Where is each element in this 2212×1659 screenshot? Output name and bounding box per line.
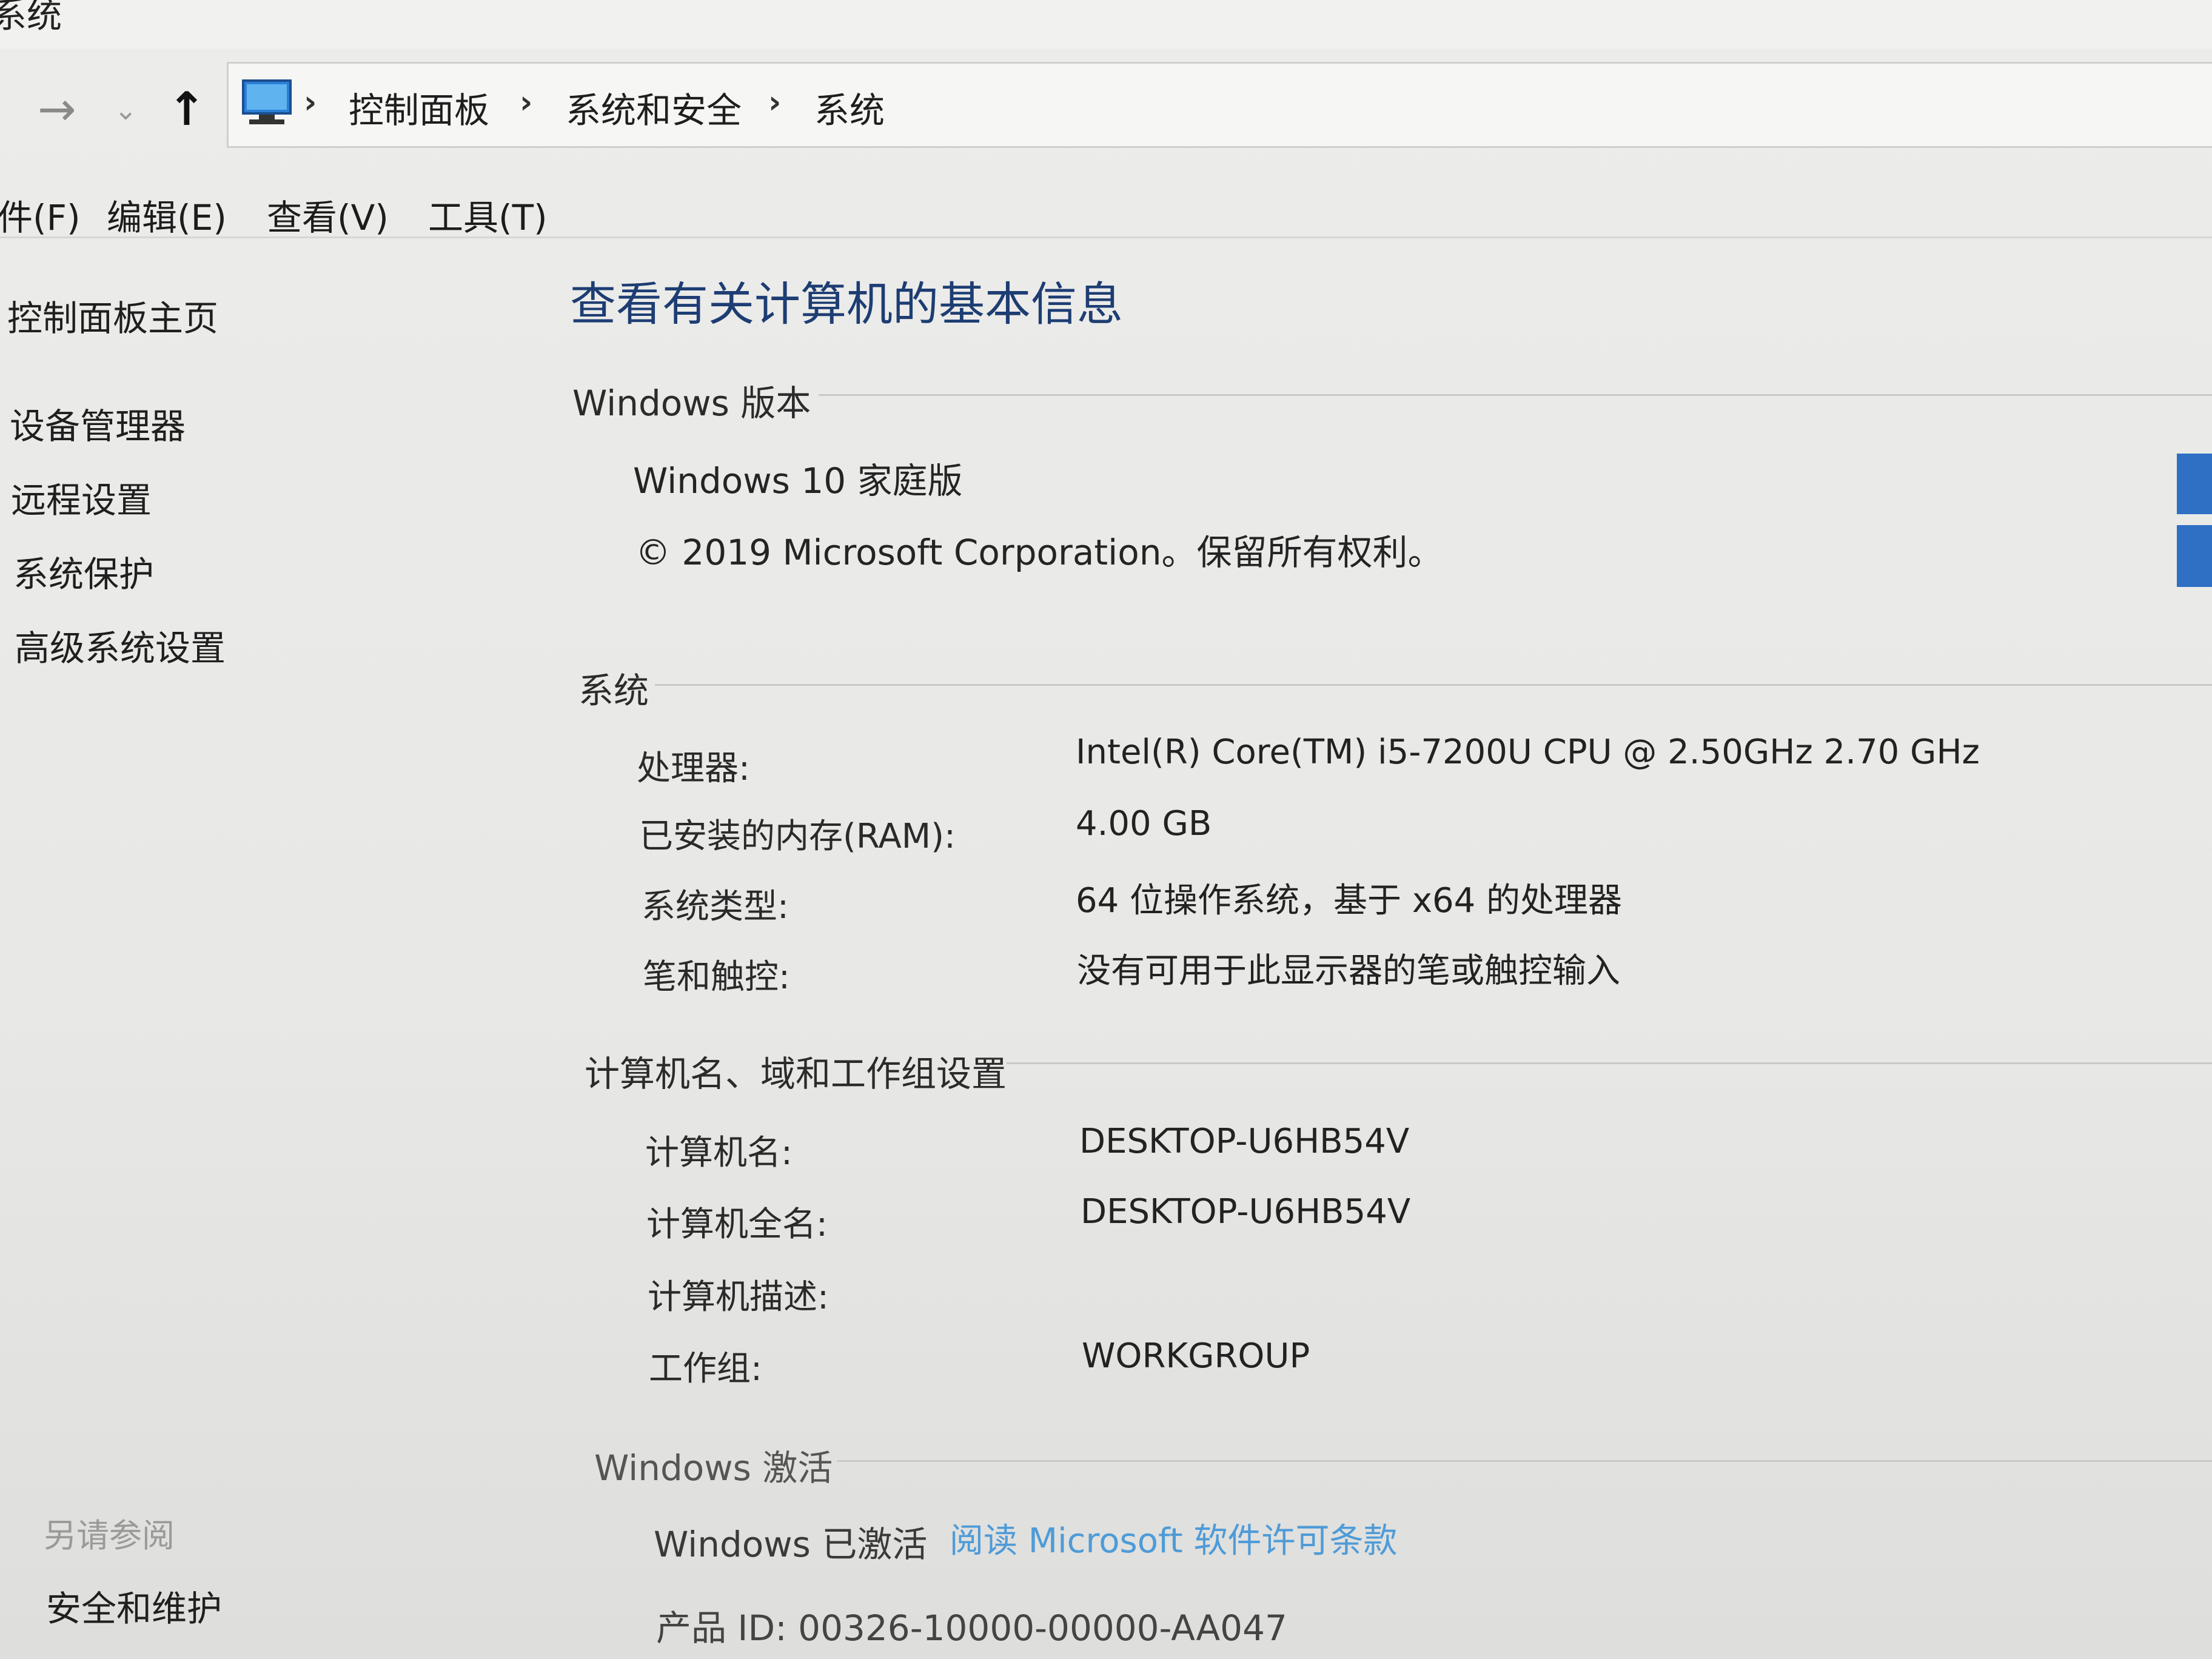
computer-description-label: 计算机描述: [648, 1278, 829, 1317]
processor-value: Intel(R) Core(TM) i5-7200U CPU @ 2.50GHz… [1076, 732, 1980, 772]
system-window: 系统 → ⌄ ↑ › 控制面板 › 系统和安全 › 系统 件(F) 编辑(E) … [0, 0, 2212, 1659]
breadcrumb-separator: › [304, 84, 317, 121]
see-also-title: 另请参阅 [44, 1517, 175, 1555]
address-row: → ⌄ ↑ › 控制面板 › 系统和安全 › 系统 [0, 49, 2212, 158]
computer-name-value: DESKTOP-U6HB54V [1079, 1122, 1410, 1161]
breadcrumb-separator: › [520, 84, 533, 121]
forward-arrow-icon[interactable]: → [38, 86, 76, 132]
license-terms-link[interactable]: 阅读 Microsoft 软件许可条款 [950, 1513, 1397, 1563]
sidebar-item-system-protection[interactable]: 系统保护 [13, 546, 154, 597]
section-divider [655, 684, 2212, 686]
windows-edition-value: Windows 10 家庭版 [633, 460, 963, 501]
activation-section-title: Windows 激活 [594, 1447, 833, 1489]
workgroup-value: WORKGROUP [1082, 1336, 1310, 1376]
address-bar[interactable]: › 控制面板 › 系统和安全 › 系统 [227, 62, 2212, 148]
menu-edit[interactable]: 编辑(E) [107, 189, 227, 240]
breadcrumb-separator: › [768, 84, 782, 121]
menu-tools[interactable]: 工具(T) [428, 189, 548, 240]
system-type-label: 系统类型: [642, 887, 789, 927]
sidebar-item-advanced-settings[interactable]: 高级系统设置 [15, 620, 226, 671]
menu-view[interactable]: 查看(V) [267, 189, 389, 240]
activation-status: Windows 已激活 [654, 1524, 928, 1565]
sidebar-control-panel-home[interactable]: 控制面板主页 [7, 290, 218, 341]
section-divider [819, 394, 2212, 396]
full-computer-name-value: DESKTOP-U6HB54V [1081, 1192, 1411, 1232]
menu-file[interactable]: 件(F) [0, 189, 81, 240]
windows-logo-icon [2177, 454, 2212, 587]
menu-bar: 件(F) 编辑(E) 查看(V) 工具(T) [0, 176, 2212, 238]
system-type-value: 64 位操作系统，基于 x64 的处理器 [1076, 881, 1623, 920]
breadcrumb-system-security[interactable]: 系统和安全 [566, 82, 742, 133]
workgroup-label: 工作组: [649, 1349, 762, 1389]
section-divider [837, 1460, 2212, 1462]
up-arrow-icon[interactable]: ↑ [167, 86, 206, 132]
system-section-title: 系统 [578, 670, 649, 711]
pen-touch-value: 没有可用于此显示器的笔或触控输入 [1077, 951, 1620, 991]
recent-locations-chevron-icon[interactable]: ⌄ [114, 96, 138, 124]
computer-icon [242, 79, 292, 124]
breadcrumb-system[interactable]: 系统 [814, 82, 885, 133]
section-divider [1007, 1062, 2212, 1064]
pen-touch-label: 笔和触控: [643, 957, 790, 997]
ram-value: 4.00 GB [1076, 804, 1212, 843]
breadcrumb-control-panel[interactable]: 控制面板 [349, 82, 489, 133]
copyright-text: © 2019 Microsoft Corporation。保留所有权利。 [635, 532, 1443, 573]
ram-label: 已安装的内存(RAM): [639, 817, 956, 856]
sidebar-item-device-manager[interactable]: 设备管理器 [10, 398, 186, 449]
full-computer-name-label: 计算机全名: [646, 1205, 828, 1244]
computer-name-label: 计算机名: [645, 1133, 793, 1173]
title-bar: 系统 [0, 0, 2212, 49]
product-id: 产品 ID: 00326-10000-00000-AA047 [656, 1607, 1287, 1649]
sidebar-item-remote-settings[interactable]: 远程设置 [11, 472, 152, 523]
processor-label: 处理器: [637, 749, 750, 788]
windows-edition-title: Windows 版本 [572, 383, 811, 424]
computer-name-section-title: 计算机名、域和工作组设置 [585, 1053, 1007, 1094]
sidebar-security-maintenance-link[interactable]: 安全和维护 [46, 1580, 222, 1631]
page-title: 查看有关计算机的基本信息 [570, 277, 1123, 331]
window-title: 系统 [0, 0, 62, 36]
